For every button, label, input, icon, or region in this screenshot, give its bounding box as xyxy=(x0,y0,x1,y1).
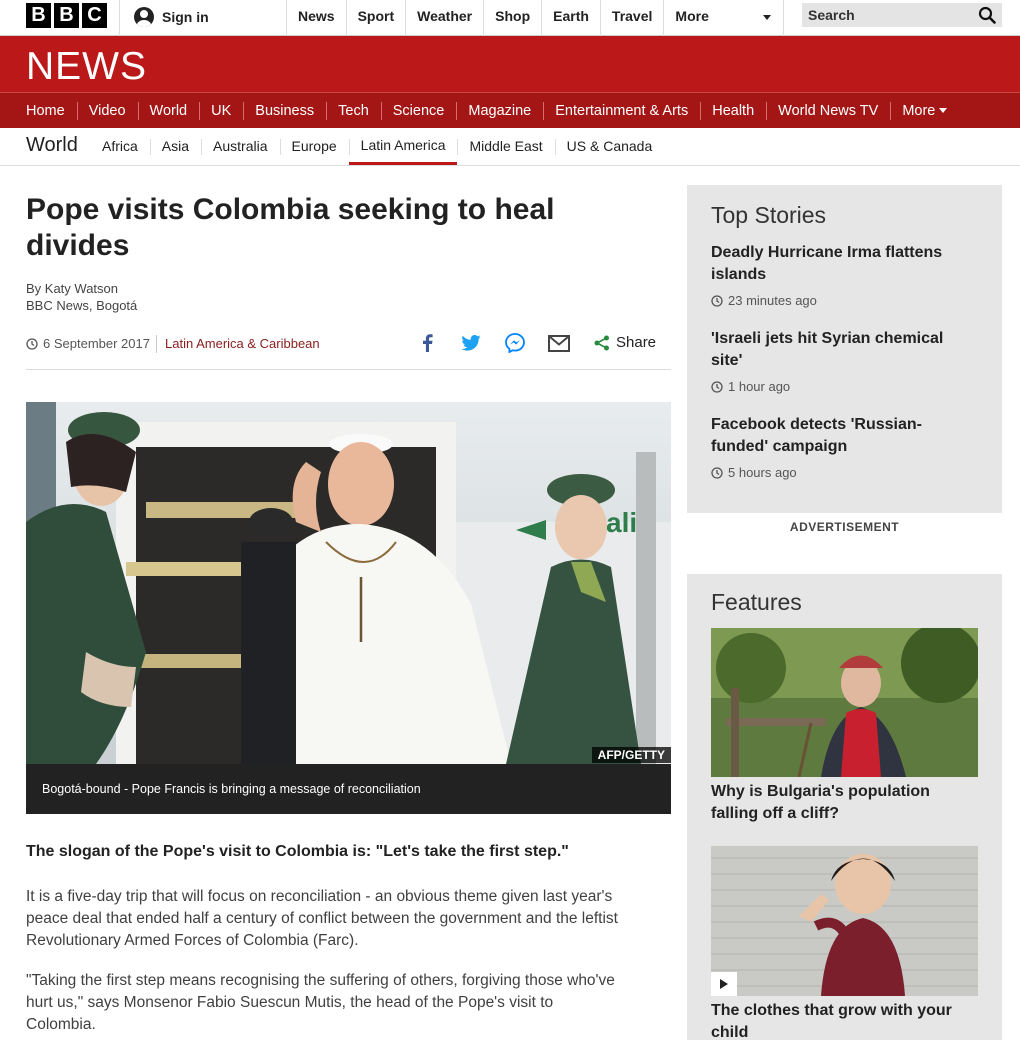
main-nav-business[interactable]: Business xyxy=(243,93,326,129)
main-nav-health[interactable]: Health xyxy=(700,93,766,129)
article-meta: 6 September 2017 Latin America & Caribbe… xyxy=(26,332,671,370)
features-heading: Features xyxy=(711,589,802,615)
clock-icon xyxy=(711,466,723,479)
global-nav: News Sport Weather Shop Earth Travel Mor… xyxy=(286,0,785,36)
svg-text:ali: ali xyxy=(606,507,637,538)
news-masthead: NEWS xyxy=(0,36,1020,92)
global-nav-news[interactable]: News xyxy=(286,0,346,36)
feature-title[interactable]: Why is Bulgaria's population falling off… xyxy=(711,781,971,825)
search-icon[interactable] xyxy=(978,6,996,24)
signin-link[interactable]: Sign in xyxy=(134,7,209,27)
section-nav-us-canada[interactable]: US & Canada xyxy=(555,128,665,164)
main-nav-entertainment[interactable]: Entertainment & Arts xyxy=(543,93,700,129)
global-nav-earth[interactable]: Earth xyxy=(541,0,600,36)
section-nav-africa[interactable]: Africa xyxy=(90,128,150,164)
twitter-icon[interactable] xyxy=(460,332,482,354)
divider xyxy=(156,335,157,353)
section-nav-australia[interactable]: Australia xyxy=(201,128,279,164)
author: By Katy Watson xyxy=(26,281,118,296)
messenger-icon[interactable] xyxy=(504,332,526,354)
section-nav-middle-east[interactable]: Middle East xyxy=(457,128,554,164)
top-story-time: 1 hour ago xyxy=(711,379,971,394)
share-label: Share xyxy=(616,334,657,351)
main-nav-video[interactable]: Video xyxy=(77,93,138,129)
features-panel: Features Why is Bulgaria's population fa… xyxy=(687,574,1002,1040)
top-story[interactable]: Facebook detects 'Russian-funded' campai… xyxy=(711,414,971,480)
top-story-time: 5 hours ago xyxy=(711,465,971,480)
logo-letter: C xyxy=(82,3,107,28)
logo-letter: B xyxy=(26,3,51,28)
global-nav-more[interactable]: More xyxy=(663,0,785,36)
author-location: BBC News, Bogotá xyxy=(26,298,138,313)
top-stories-panel: Top Stories Deadly Hurricane Irma flatte… xyxy=(687,185,1002,513)
bbc-logo[interactable]: B B C xyxy=(26,3,107,28)
article-paragraph: "Taking the first step means recognising… xyxy=(26,972,615,1033)
share-tools xyxy=(416,332,570,354)
main-nav-home[interactable]: Home xyxy=(14,93,77,129)
top-story[interactable]: Deadly Hurricane Irma flattens islands 2… xyxy=(711,242,971,308)
feature-image[interactable] xyxy=(711,628,978,777)
article-date-text: 6 September 2017 xyxy=(43,336,150,351)
main-nav-more-label: More xyxy=(902,103,936,119)
feature-title[interactable]: The clothes that grow with your child xyxy=(711,1000,971,1040)
top-story-time-text: 1 hour ago xyxy=(728,379,791,394)
main-nav-tech[interactable]: Tech xyxy=(326,93,381,129)
user-icon xyxy=(134,7,154,27)
image-credit: AFP/GETTY xyxy=(591,747,671,763)
news-logo[interactable]: NEWS xyxy=(26,45,147,89)
facebook-icon[interactable] xyxy=(416,332,438,354)
play-icon[interactable] xyxy=(711,972,737,996)
article-figure: ali AFP/GETTY Bogotá-bound - Pope Franci… xyxy=(26,402,671,814)
global-nav-shop[interactable]: Shop xyxy=(483,0,541,36)
top-story-title[interactable]: Facebook detects 'Russian-funded' campai… xyxy=(711,414,971,458)
article-paragraph: It is a five-day trip that will focus on… xyxy=(26,888,618,949)
article-lede: The slogan of the Pope's visit to Colomb… xyxy=(26,843,569,860)
global-nav-sport[interactable]: Sport xyxy=(345,0,406,36)
chevron-down-icon xyxy=(939,108,948,113)
feature-image[interactable] xyxy=(711,846,978,996)
main-nav-more[interactable]: More xyxy=(890,93,959,129)
logo-letter: B xyxy=(54,3,79,28)
share-icon xyxy=(594,335,609,350)
main-nav: Home Video World UK Business Tech Scienc… xyxy=(0,92,1020,133)
main-nav-science[interactable]: Science xyxy=(381,93,457,129)
byline: By Katy Watson BBC News, Bogotá xyxy=(26,280,137,314)
signin-label: Sign in xyxy=(162,9,209,25)
clock-icon xyxy=(711,380,723,393)
section-nav-latin-america[interactable]: Latin America xyxy=(348,128,458,165)
share-button[interactable]: Share xyxy=(594,334,656,351)
divider xyxy=(119,0,120,36)
top-stories-heading: Top Stories xyxy=(711,202,827,228)
section-title[interactable]: World xyxy=(26,134,78,157)
article-date: 6 September 2017 xyxy=(26,336,150,351)
main-nav-world-news-tv[interactable]: World News TV xyxy=(766,93,890,129)
top-story-time: 23 minutes ago xyxy=(711,293,971,308)
main-nav-uk[interactable]: UK xyxy=(199,93,243,129)
top-story-time-text: 5 hours ago xyxy=(728,465,797,480)
section-nav: World Africa Asia Australia Europe Latin… xyxy=(0,128,1020,166)
top-story[interactable]: 'Israeli jets hit Syrian chemical site' … xyxy=(711,328,971,394)
main-nav-magazine[interactable]: Magazine xyxy=(456,93,543,129)
clock-icon xyxy=(711,294,723,307)
global-nav-weather[interactable]: Weather xyxy=(405,0,483,36)
main-nav-world[interactable]: World xyxy=(137,93,200,133)
top-story-title[interactable]: 'Israeli jets hit Syrian chemical site' xyxy=(711,328,971,372)
top-story-title[interactable]: Deadly Hurricane Irma flattens islands xyxy=(711,242,971,286)
clock-icon xyxy=(26,337,38,350)
advertisement-label: ADVERTISEMENT xyxy=(789,520,900,534)
image-caption: Bogotá-bound - Pope Francis is bringing … xyxy=(26,764,671,814)
global-header: B B C Sign in News Sport Weather Shop Ea… xyxy=(0,0,1020,36)
topic-link[interactable]: Latin America & Caribbean xyxy=(165,336,320,351)
global-nav-travel[interactable]: Travel xyxy=(599,0,663,36)
article-headline: Pope visits Colombia seeking to heal div… xyxy=(26,193,555,262)
article-photo: ali xyxy=(26,402,671,764)
section-nav-europe[interactable]: Europe xyxy=(280,128,349,164)
top-story-time-text: 23 minutes ago xyxy=(728,293,817,308)
section-nav-asia[interactable]: Asia xyxy=(150,128,201,164)
email-icon[interactable] xyxy=(548,332,570,354)
search-box xyxy=(802,3,1002,27)
search-input[interactable] xyxy=(802,3,972,27)
